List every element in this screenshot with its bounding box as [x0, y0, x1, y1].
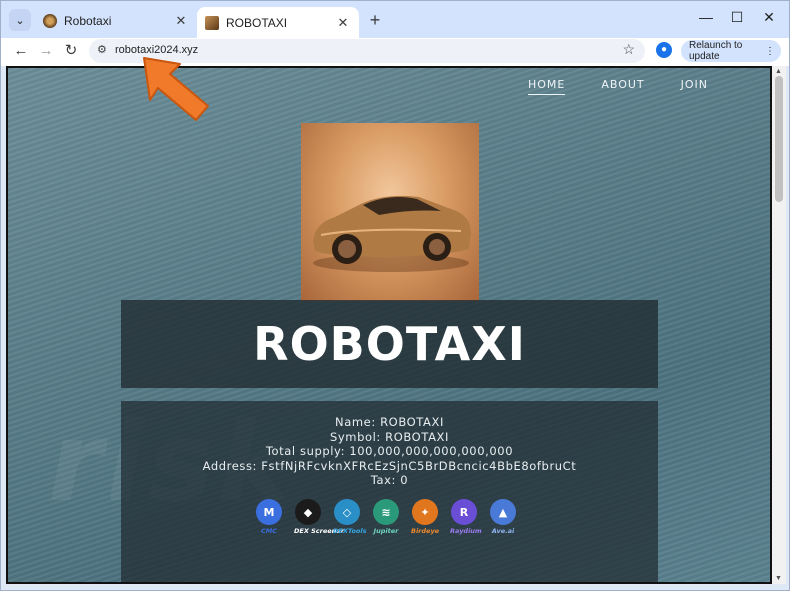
tab-favicon-icon: [43, 14, 57, 28]
maximize-button[interactable]: ☐: [726, 9, 748, 26]
exchange-logo-cmc[interactable]: M CMC: [255, 499, 283, 535]
nav-join-link[interactable]: JOIN: [681, 78, 708, 95]
nav-home-link[interactable]: HOME: [527, 78, 566, 95]
dexscreener-icon: ◆: [295, 499, 321, 525]
forward-arrow-icon[interactable]: →: [36, 41, 56, 61]
token-name: Name: ROBOTAXI: [335, 415, 444, 429]
token-supply: Total supply: 100,000,000,000,000,000: [265, 444, 514, 458]
back-arrow-icon[interactable]: ←: [11, 41, 31, 61]
exchange-logo-raydium[interactable]: R Raydium: [450, 499, 482, 535]
minimize-button[interactable]: —: [695, 9, 717, 25]
car-illustration: [313, 195, 471, 272]
page-title: ROBOTAXI: [253, 317, 526, 371]
scroll-up-icon[interactable]: ▲: [775, 68, 782, 75]
dextools-icon: ◇: [334, 499, 360, 525]
scroll-down-icon[interactable]: ▼: [775, 575, 782, 582]
tab-robotaxi[interactable]: Robotaxi ✕: [35, 7, 197, 35]
exchange-logo-label: CMC: [260, 527, 277, 535]
cmc-icon: M: [256, 499, 282, 525]
exchange-logo-dextools[interactable]: ◇ DEXTools: [333, 499, 367, 535]
page-viewport: risk HOME ABOUT JOIN ROBOTAXI Name: ROBO…: [6, 66, 772, 584]
close-window-button[interactable]: ✕: [758, 9, 780, 26]
tab-close-icon[interactable]: ✕: [173, 13, 189, 29]
tab-strip: ⌄ Robotaxi ✕ ROBOTAXI ✕ + — ☐ ✕: [1, 1, 789, 39]
token-address: Address: FstfNjRFcvknXFRcEzSjnC5BrDBcnci…: [202, 458, 577, 473]
reload-icon[interactable]: ↻: [61, 41, 81, 61]
exchange-logo-label: Ave.ai: [491, 527, 515, 535]
tab-favicon-icon: [205, 16, 219, 30]
birdeye-icon: ✦: [412, 499, 438, 525]
orange-arrow-overlay: [143, 57, 209, 121]
page-scrollbar[interactable]: ▲ ▼: [772, 66, 786, 584]
exchange-logo-label: DEXTools: [333, 527, 367, 535]
exchange-logos: M CMC ◆ DEX Screener ◇ DEXTools ≋ Jupiter ✦ Birde…: [255, 499, 517, 535]
exchange-logo-label: Raydium: [450, 527, 482, 535]
new-tab-button[interactable]: +: [365, 10, 385, 31]
tab-search-chevron-icon[interactable]: ⌄: [9, 9, 31, 31]
site-nav: HOME ABOUT JOIN: [527, 78, 708, 95]
exchange-logo-dex-screener[interactable]: ◆ DEX Screener: [294, 499, 344, 535]
exchange-logo-label: Jupiter: [373, 527, 399, 535]
token-info: Name: ROBOTAXI Symbol: ROBOTAXI Total su…: [121, 415, 658, 488]
exchange-logo-birdeye[interactable]: ✦ Birdeye: [411, 499, 439, 535]
relaunch-label: Relaunch to update: [689, 40, 743, 62]
exchange-logo-label: DEX Screener: [294, 527, 344, 535]
nav-about-link[interactable]: ABOUT: [601, 78, 644, 95]
car-hero-image: [301, 123, 479, 301]
tab-title: Robotaxi: [64, 14, 112, 28]
token-symbol: Symbol: ROBOTAXI: [329, 429, 450, 444]
token-info-panel: Name: ROBOTAXI Symbol: ROBOTAXI Total su…: [121, 401, 658, 582]
relaunch-to-update-button[interactable]: Relaunch to update ⋮: [681, 40, 781, 62]
tab-robotaxi-active[interactable]: ROBOTAXI ✕: [197, 7, 359, 39]
token-tax: Tax: 0: [370, 473, 409, 487]
tab-close-icon[interactable]: ✕: [335, 15, 351, 31]
title-panel: ROBOTAXI: [121, 300, 658, 388]
site-info-icon[interactable]: ⚙: [97, 43, 107, 56]
scrollbar-thumb[interactable]: [775, 76, 783, 202]
exchange-logo-jupiter[interactable]: ≋ Jupiter: [372, 499, 400, 535]
more-menu-icon[interactable]: ⋮: [765, 46, 775, 57]
browser-toolbar: ← → ↻ ⚙ robotaxi2024.xyz ☆ ● Relaunch to…: [1, 38, 789, 66]
exchange-logo-ave-ai[interactable]: ▲ Ave.ai: [489, 499, 517, 535]
profile-avatar-icon[interactable]: ●: [656, 42, 672, 58]
bookmark-star-icon[interactable]: ☆: [622, 41, 635, 58]
tab-title: ROBOTAXI: [226, 16, 288, 30]
raydium-icon: R: [451, 499, 477, 525]
aveai-icon: ▲: [490, 499, 516, 525]
jupiter-icon: ≋: [373, 499, 399, 525]
exchange-logo-label: Birdeye: [411, 527, 440, 535]
